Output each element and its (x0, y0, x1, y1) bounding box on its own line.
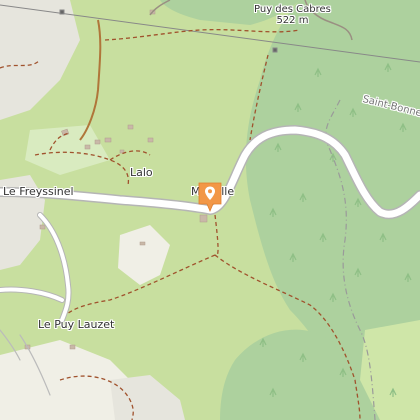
map-view[interactable]: Puy des Cabres 522 m Lalo Le Freyssinel … (0, 0, 420, 420)
place-label-lalo: Lalo (130, 166, 153, 179)
peak-name: Puy des Cabres (254, 4, 331, 15)
place-label-le-freyssinel: Le Freyssinel (3, 185, 74, 198)
peak-label: Puy des Cabres 522 m (254, 4, 331, 26)
place-label-le-puy-lauzet: Le Puy Lauzet (38, 318, 115, 331)
location-marker[interactable] (198, 182, 222, 213)
peak-elevation: 522 m (276, 15, 309, 26)
map-pin-icon (198, 182, 222, 213)
